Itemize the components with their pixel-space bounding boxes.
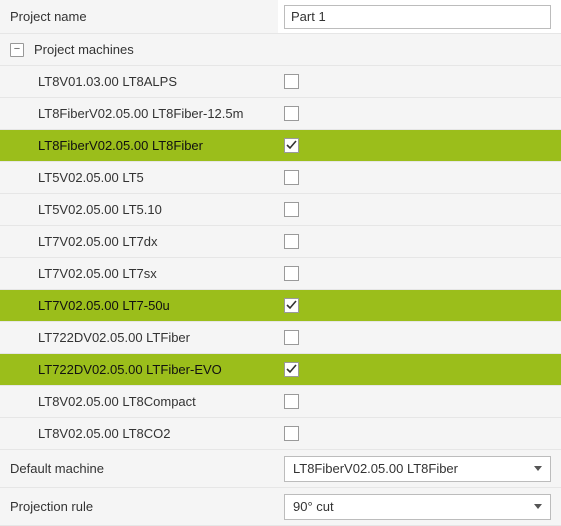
machine-checkbox[interactable] [284,426,299,441]
machine-label: LT8V02.05.00 LT8Compact [10,394,196,409]
machines-list: LT8V01.03.00 LT8ALPS LT8FiberV02.05.00 LT… [0,66,561,450]
project-properties-panel: Project name − Project machines LT8V01.0… [0,0,561,526]
machine-checkbox[interactable] [284,202,299,217]
projection-rule-row: Projection rule 90° cut [0,488,561,526]
machine-label-cell: LT7V02.05.00 LT7dx [0,226,278,257]
machine-checkbox-cell [278,98,561,129]
machine-checkbox-cell [278,162,561,193]
machine-row: LT8FiberV02.05.00 LT8Fiber-12.5m [0,98,561,130]
machine-checkbox[interactable] [284,298,299,313]
machine-row: LT722DV02.05.00 LTFiber-EVO [0,354,561,386]
projection-rule-selected: 90° cut [293,499,334,514]
machine-checkbox-cell [278,354,561,385]
machine-label: LT8FiberV02.05.00 LT8Fiber [10,138,203,153]
machine-checkbox[interactable] [284,170,299,185]
machine-checkbox-cell [278,130,561,161]
default-machine-row: Default machine LT8FiberV02.05.00 LT8Fib… [0,450,561,488]
machine-checkbox-cell [278,226,561,257]
machine-label-cell: LT8FiberV02.05.00 LT8Fiber-12.5m [0,98,278,129]
machine-label: LT722DV02.05.00 LTFiber [10,330,190,345]
machine-label-cell: LT722DV02.05.00 LTFiber [0,322,278,353]
machine-label-cell: LT5V02.05.00 LT5 [0,162,278,193]
machine-checkbox-cell [278,322,561,353]
machine-checkbox-cell [278,66,561,97]
machine-label: LT5V02.05.00 LT5 [10,170,144,185]
machine-checkbox-cell [278,194,561,225]
machine-label: LT8V01.03.00 LT8ALPS [10,74,177,89]
machine-label-cell: LT722DV02.05.00 LTFiber-EVO [0,354,278,385]
project-machines-header: − Project machines [0,34,278,65]
machine-label: LT722DV02.05.00 LTFiber-EVO [10,362,222,377]
chevron-down-icon [534,504,542,509]
default-machine-selected: LT8FiberV02.05.00 LT8Fiber [293,461,458,476]
machine-checkbox[interactable] [284,330,299,345]
machine-label: LT7V02.05.00 LT7-50u [10,298,170,313]
machine-checkbox[interactable] [284,74,299,89]
machine-row: LT8V01.03.00 LT8ALPS [0,66,561,98]
project-machines-value-cell [278,34,561,65]
machine-row: LT7V02.05.00 LT7sx [0,258,561,290]
machine-label-cell: LT8FiberV02.05.00 LT8Fiber [0,130,278,161]
machine-row: LT722DV02.05.00 LTFiber [0,322,561,354]
machine-checkbox-cell [278,386,561,417]
projection-rule-label: Projection rule [0,488,278,525]
machine-checkbox[interactable] [284,394,299,409]
machine-label: LT8V02.05.00 LT8CO2 [10,426,171,441]
machine-row: LT8V02.05.00 LT8CO2 [0,418,561,450]
projection-rule-value-cell: 90° cut [278,488,561,525]
chevron-down-icon [534,466,542,471]
machine-row: LT8FiberV02.05.00 LT8Fiber [0,130,561,162]
machine-row: LT7V02.05.00 LT7-50u [0,290,561,322]
machine-checkbox[interactable] [284,234,299,249]
project-machines-label: Project machines [34,42,134,57]
project-machines-group-row: − Project machines [0,34,561,66]
machine-checkbox-cell [278,258,561,289]
project-name-value-cell [278,0,561,33]
machine-label-cell: LT7V02.05.00 LT7sx [0,258,278,289]
machine-checkbox[interactable] [284,266,299,281]
machine-checkbox[interactable] [284,138,299,153]
project-name-row: Project name [0,0,561,34]
machine-label: LT8FiberV02.05.00 LT8Fiber-12.5m [10,106,243,121]
machine-label-cell: LT8V01.03.00 LT8ALPS [0,66,278,97]
default-machine-value-cell: LT8FiberV02.05.00 LT8Fiber [278,450,561,487]
machine-label-cell: LT8V02.05.00 LT8CO2 [0,418,278,449]
machine-label-cell: LT7V02.05.00 LT7-50u [0,290,278,321]
machine-label-cell: LT8V02.05.00 LT8Compact [0,386,278,417]
machine-label-cell: LT5V02.05.00 LT5.10 [0,194,278,225]
default-machine-dropdown[interactable]: LT8FiberV02.05.00 LT8Fiber [284,456,551,482]
machine-checkbox[interactable] [284,106,299,121]
machine-label: LT5V02.05.00 LT5.10 [10,202,162,217]
machine-row: LT7V02.05.00 LT7dx [0,226,561,258]
machine-label: LT7V02.05.00 LT7sx [10,266,157,281]
machine-checkbox-cell [278,418,561,449]
machine-checkbox[interactable] [284,362,299,377]
machine-row: LT5V02.05.00 LT5.10 [0,194,561,226]
default-machine-label: Default machine [0,450,278,487]
collapse-icon[interactable]: − [10,43,24,57]
machine-row: LT5V02.05.00 LT5 [0,162,561,194]
machine-row: LT8V02.05.00 LT8Compact [0,386,561,418]
projection-rule-dropdown[interactable]: 90° cut [284,494,551,520]
machine-label: LT7V02.05.00 LT7dx [10,234,158,249]
machine-checkbox-cell [278,290,561,321]
project-name-input[interactable] [284,5,551,29]
project-name-label: Project name [0,0,278,33]
